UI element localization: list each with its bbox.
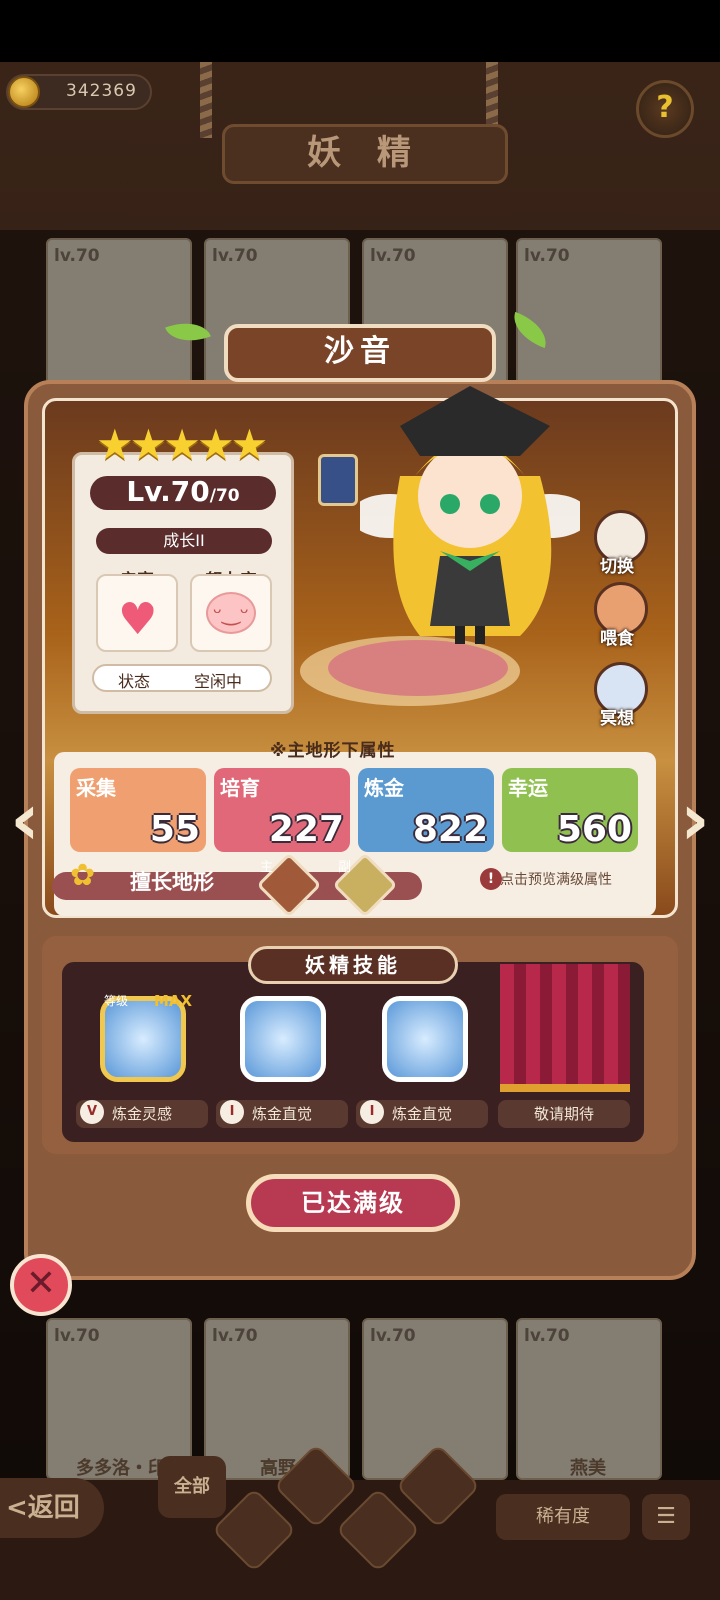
meditate-label: 冥想 bbox=[600, 709, 634, 729]
skill-icon[interactable] bbox=[382, 996, 468, 1082]
prev-arrow-icon[interactable]: ‹ bbox=[2, 776, 48, 862]
attribute-value: 822 bbox=[412, 809, 488, 850]
back-button[interactable]: <返回 bbox=[0, 1478, 104, 1538]
max-attribute-hint[interactable]: 点击预览满级属性 bbox=[500, 869, 612, 889]
locked-skill-curtain bbox=[500, 964, 630, 1092]
rarity-sort-button[interactable]: 稀有度 bbox=[496, 1494, 630, 1540]
info-icon: ! bbox=[480, 868, 502, 890]
skill-scroll-icon[interactable] bbox=[318, 454, 358, 506]
happy-face-icon: ᵕ‿ᵕ bbox=[206, 592, 256, 634]
attribute-name: 培育 bbox=[220, 776, 260, 800]
skill-title: 妖精技能 bbox=[248, 946, 458, 984]
attribute-name: 采集 bbox=[76, 776, 116, 800]
fairy-character bbox=[360, 386, 580, 644]
flower-icon: ✿ bbox=[70, 858, 96, 893]
skill-rank: I bbox=[360, 1100, 384, 1124]
rope-left bbox=[200, 62, 212, 138]
attribute-value: 227 bbox=[268, 809, 344, 850]
status-value: 空闲中 bbox=[194, 672, 243, 691]
growth-badge: 成长II bbox=[96, 528, 272, 554]
level-max: /70 bbox=[209, 486, 240, 506]
attribute-value: 55 bbox=[149, 809, 200, 850]
level-value: Lv.70 bbox=[126, 475, 210, 508]
coin-amount: 342369 bbox=[66, 81, 137, 101]
menu-button[interactable]: ☰ bbox=[642, 1494, 690, 1540]
attribute-header: ※主地形下属性 bbox=[270, 741, 396, 761]
status-label: 状态 bbox=[118, 672, 151, 691]
attribute-nurture: 培育 227 bbox=[214, 768, 350, 852]
skill-icon[interactable] bbox=[240, 996, 326, 1082]
heart-icon: ♥ bbox=[118, 594, 158, 645]
feed-label: 喂食 bbox=[600, 629, 634, 649]
attribute-gather: 采集 55 bbox=[70, 768, 206, 852]
max-badge: MAX bbox=[154, 992, 193, 1010]
terrain-label: 擅长地形 bbox=[130, 870, 214, 894]
status-bar bbox=[0, 0, 720, 62]
attribute-alchemy: 炼金 822 bbox=[358, 768, 494, 852]
skill-rank: V bbox=[80, 1100, 104, 1124]
skill-rank: I bbox=[220, 1100, 244, 1124]
coin-icon bbox=[8, 76, 40, 108]
switch-label: 切换 bbox=[600, 557, 634, 577]
help-button[interactable]: ? bbox=[636, 80, 694, 138]
all-filter-button[interactable]: 全部 bbox=[158, 1456, 226, 1518]
fairy-name: 沙音 bbox=[224, 324, 496, 382]
page-title: 妖 精 bbox=[222, 124, 508, 184]
next-arrow-icon[interactable]: › bbox=[672, 776, 718, 862]
level-display: Lv.70/70 bbox=[90, 476, 276, 510]
terrain-main-label: 主 bbox=[260, 860, 274, 875]
attribute-luck: 幸运 560 bbox=[502, 768, 638, 852]
max-level-button[interactable]: 已达满级 bbox=[246, 1174, 460, 1232]
skill-name: 敬请期待 bbox=[498, 1100, 630, 1128]
attribute-value: 560 bbox=[556, 809, 632, 850]
grade-badge: 等级 bbox=[104, 994, 129, 1008]
terrain-sub-label: 副 bbox=[338, 860, 352, 875]
star-rating: ★★★★★ bbox=[96, 420, 268, 469]
close-button[interactable]: ✕ bbox=[10, 1254, 72, 1316]
attribute-name: 幸运 bbox=[508, 776, 548, 800]
attribute-name: 炼金 bbox=[364, 776, 404, 800]
